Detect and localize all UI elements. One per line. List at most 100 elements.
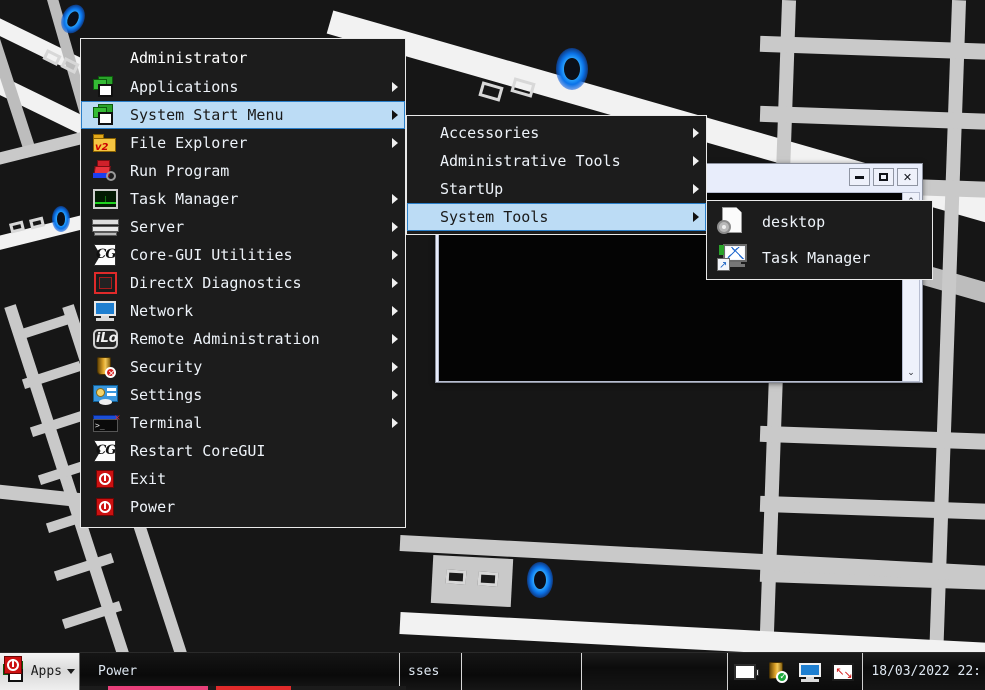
- menu-item-task-manager[interactable]: Task Manager: [81, 185, 405, 213]
- folder-v2-icon: v2: [92, 131, 120, 155]
- window-tray-icon[interactable]: [732, 660, 762, 684]
- menu-item-label: Terminal: [130, 414, 203, 432]
- network-monitor-icon: [92, 299, 120, 323]
- graph-monitor-icon: [92, 187, 120, 211]
- menu-item-power[interactable]: Power: [81, 493, 405, 521]
- menu-item-system-tools[interactable]: System Tools: [407, 203, 706, 231]
- menu-item-restart-coregui[interactable]: CG Restart CoreGUI: [81, 437, 405, 465]
- accent-segment: [208, 686, 216, 690]
- submenu-arrow-icon: [392, 334, 398, 344]
- menu-item-label: Remote Administration: [130, 330, 320, 348]
- coregui-badge-icon: CG: [92, 439, 120, 463]
- menu-item-label: DirectX Diagnostics: [130, 274, 302, 292]
- taskbar-button-label: sses: [408, 664, 440, 679]
- wallpaper-slot: [478, 81, 504, 102]
- menu-item-applications[interactable]: Applications: [81, 73, 405, 101]
- wallpaper-rail: [759, 425, 985, 451]
- accent-segment: [108, 686, 208, 690]
- taskbar-button[interactable]: [462, 653, 582, 690]
- menu-item-label: Network: [130, 302, 194, 320]
- menu-item-core-gui-utilities[interactable]: CG Core-GUI Utilities: [81, 241, 405, 269]
- submenu-arrow-icon: [693, 156, 699, 166]
- taskbar-button-label: Power: [98, 664, 138, 679]
- terminal-icon: >_ ×: [93, 413, 121, 432]
- menu-item-server[interactable]: Server: [81, 213, 405, 241]
- submenu-arrow-icon: [693, 128, 699, 138]
- menu-item-accessories[interactable]: Accessories: [407, 119, 706, 147]
- submenu-arrow-icon: [392, 110, 398, 120]
- security-shield-ok-icon[interactable]: ✓: [764, 660, 794, 684]
- menu-item-label: File Explorer: [130, 134, 248, 152]
- menu-item-settings[interactable]: Settings: [81, 381, 405, 409]
- menu-item-label: Task Manager: [130, 190, 239, 208]
- accent-segment: [291, 686, 406, 690]
- system-tray[interactable]: ✓ ↖ ↘: [727, 653, 863, 690]
- submenu-arrow-icon: [392, 194, 398, 204]
- menu-item-label: Applications: [130, 78, 239, 96]
- wallpaper-glow: [52, 206, 70, 232]
- menu-item-label: Settings: [130, 386, 203, 404]
- windows-green-icon: [92, 75, 120, 99]
- close-button[interactable]: ✕: [897, 168, 918, 186]
- menu-item-label: System Tools: [440, 208, 549, 226]
- menu-item-task-manager[interactable]: ↗ Task Manager: [707, 240, 932, 276]
- menu-item-run-program[interactable]: Run Program: [81, 157, 405, 185]
- menu-item-administrative-tools[interactable]: Administrative Tools: [407, 147, 706, 175]
- server-rack-icon: [92, 215, 120, 239]
- menu-item-label: Server: [130, 218, 185, 236]
- menu-item-terminal[interactable]: >_ × Terminal: [81, 409, 405, 437]
- menu-item-label: Accessories: [440, 124, 540, 142]
- accent-segment: [216, 686, 291, 690]
- start-menu[interactable]: Administrator Applications System Start M…: [80, 38, 406, 528]
- wallpaper-glow: [556, 48, 588, 90]
- menu-item-label: Core-GUI Utilities: [130, 246, 293, 264]
- taskbar-button[interactable]: Power: [4, 653, 400, 690]
- taskbar-button[interactable]: sses: [400, 653, 462, 690]
- system-start-menu-submenu[interactable]: Accessories Administrative Tools StartUp Sy…: [406, 115, 707, 235]
- menu-item-file-explorer[interactable]: v2 File Explorer: [81, 129, 405, 157]
- minimize-button[interactable]: [849, 168, 870, 186]
- menu-item-startup[interactable]: StartUp: [407, 175, 706, 203]
- network-monitor-tray-icon[interactable]: [796, 660, 826, 684]
- system-tools-submenu[interactable]: desktop ↗ Task Manager: [706, 200, 933, 280]
- power-icon: [92, 495, 120, 519]
- menu-item-label: desktop: [762, 213, 826, 231]
- taskbar-clock[interactable]: 18/03/2022 22:: [862, 653, 985, 690]
- menu-item-exit[interactable]: Exit: [81, 465, 405, 493]
- menu-item-system-start-menu[interactable]: System Start Menu: [81, 101, 405, 129]
- resize-arrows-icon[interactable]: ↖ ↘: [828, 660, 858, 684]
- submenu-arrow-icon: [392, 222, 398, 232]
- minimize-icon: [855, 175, 864, 179]
- menu-item-label: Run Program: [130, 162, 230, 180]
- ilo-icon: iLo: [92, 327, 120, 351]
- task-manager-shortcut-icon: ↗: [716, 242, 750, 274]
- apps-button-label: Apps: [30, 664, 62, 679]
- menu-item-network[interactable]: Network: [81, 297, 405, 325]
- start-menu-accent-strip: [80, 686, 406, 690]
- wallpaper-rail: [430, 554, 514, 608]
- menu-item-security[interactable]: ✕ Security: [81, 353, 405, 381]
- submenu-arrow-icon: [392, 418, 398, 428]
- menu-item-remote-administration[interactable]: iLo Remote Administration: [81, 325, 405, 353]
- taskbar-window-buttons[interactable]: Power sses: [4, 653, 727, 690]
- scroll-down-icon[interactable]: ⌄: [903, 364, 919, 381]
- start-menu-user-label: Administrator: [130, 49, 248, 67]
- wallpaper-rail: [759, 495, 985, 521]
- security-lock-icon: ✕: [92, 355, 120, 379]
- menu-item-label: System Start Menu: [130, 106, 284, 124]
- taskbar[interactable]: Apps Power sses ✓ ↖ ↘ 18/03/2022 22:: [0, 652, 985, 690]
- submenu-arrow-icon: [392, 250, 398, 260]
- document-gear-icon: [716, 206, 750, 238]
- submenu-arrow-icon: [392, 138, 398, 148]
- window-controls: ✕: [849, 168, 918, 186]
- submenu-arrow-icon: [392, 306, 398, 316]
- wallpaper-slot: [477, 571, 499, 587]
- menu-item-desktop[interactable]: desktop: [707, 204, 932, 240]
- menu-item-label: Exit: [130, 470, 167, 488]
- menu-item-label: StartUp: [440, 180, 504, 198]
- menu-item-directx-diagnostics[interactable]: DirectX Diagnostics: [81, 269, 405, 297]
- wallpaper-rail: [53, 552, 115, 582]
- maximize-button[interactable]: [873, 168, 894, 186]
- run-program-icon: [92, 159, 120, 183]
- maximize-icon: [879, 173, 888, 181]
